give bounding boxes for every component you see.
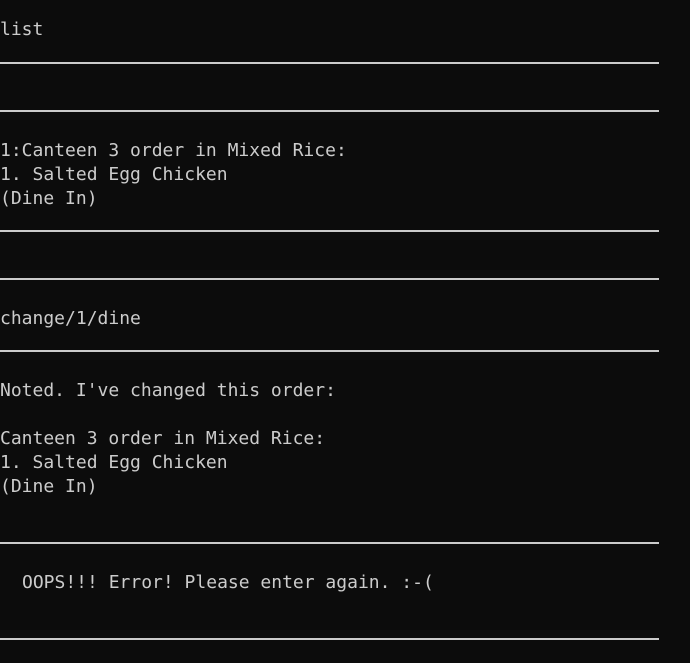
console-window[interactable]: list 1:Canteen 3 order in Mixed Rice: 1.… <box>0 0 690 663</box>
divider <box>0 638 659 640</box>
error-message: OOPS!!! Error! Please enter again. :-( <box>22 572 434 593</box>
command-change: change/1/dine <box>0 308 141 329</box>
order-list-mode: (Dine In) <box>0 188 98 209</box>
divider <box>0 62 659 64</box>
changed-order-mode: (Dine In) <box>0 476 98 497</box>
order-list-item: 1. Salted Egg Chicken <box>0 164 228 185</box>
divider <box>0 278 659 280</box>
change-acknowledgement: Noted. I've changed this order: <box>0 380 336 401</box>
command-list: list <box>0 19 44 40</box>
order-list-header: 1:Canteen 3 order in Mixed Rice: <box>0 140 347 161</box>
divider <box>0 230 659 232</box>
divider <box>0 542 659 544</box>
changed-order-item: 1. Salted Egg Chicken <box>0 452 228 473</box>
divider <box>0 110 659 112</box>
changed-order-header: Canteen 3 order in Mixed Rice: <box>0 428 326 449</box>
divider <box>0 350 659 352</box>
